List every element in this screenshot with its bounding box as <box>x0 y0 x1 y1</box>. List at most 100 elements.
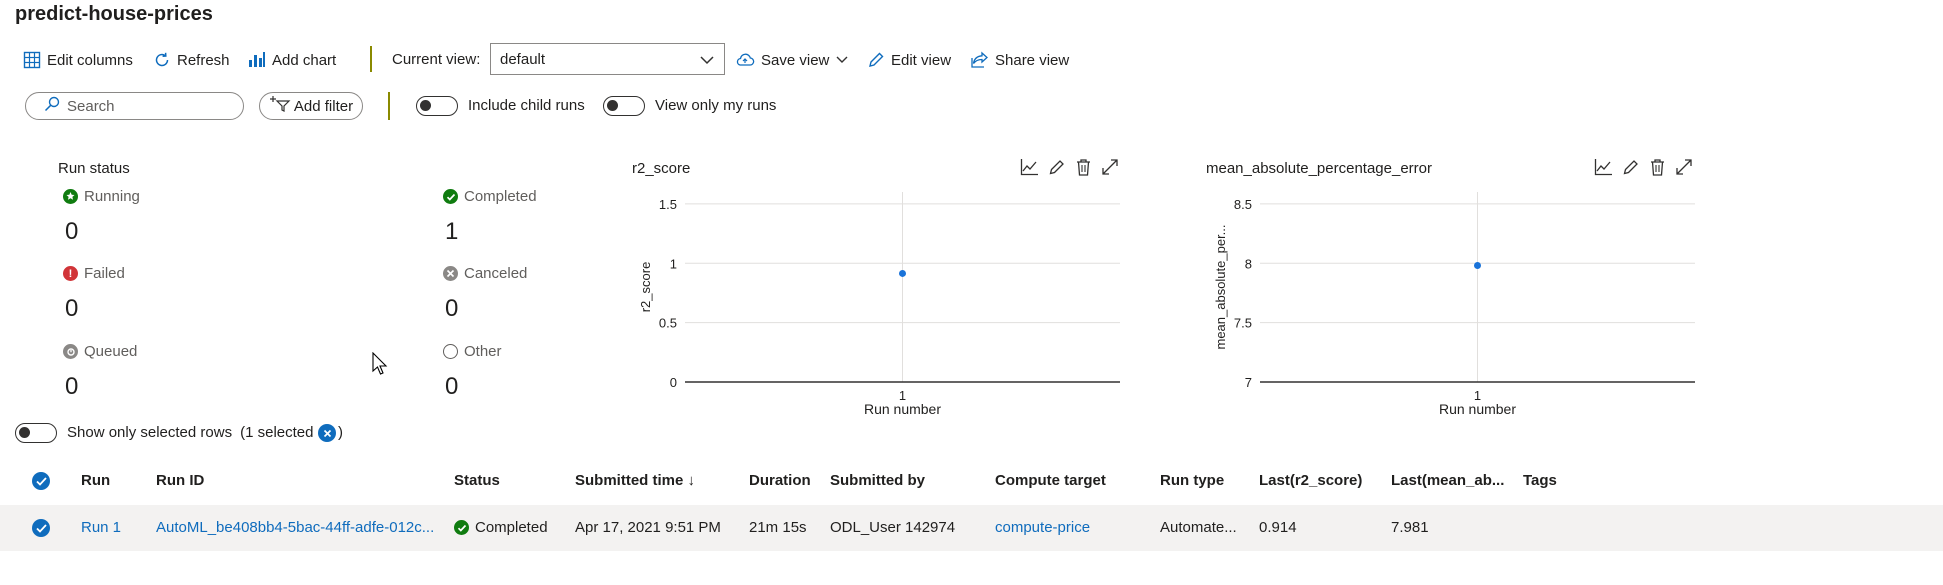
page-title: predict-house-prices <box>15 3 213 25</box>
y-tick-label: 7.5 <box>1234 316 1252 331</box>
running-icon <box>63 189 78 204</box>
edit-chart-icon[interactable] <box>1622 158 1640 180</box>
share-view-label: Share view <box>995 51 1070 69</box>
chart-title-mape: mean_absolute_percentage_error <box>1206 160 1432 177</box>
show-selected-rows-toggle[interactable] <box>15 423 57 443</box>
header-compute-target[interactable]: Compute target <box>995 472 1106 489</box>
failed-count: 0 <box>65 295 79 322</box>
refresh-icon <box>153 51 171 69</box>
data-point <box>1474 262 1481 270</box>
status-other: Other <box>443 343 502 360</box>
pencil-icon <box>867 51 885 69</box>
mouse-cursor-icon <box>372 351 388 380</box>
save-view-chevron-icon <box>835 54 849 66</box>
expand-chart-icon[interactable] <box>1101 158 1119 180</box>
select-all-checkbox[interactable] <box>32 472 50 490</box>
header-run-id[interactable]: Run ID <box>156 472 204 489</box>
current-view-label: Current view: <box>392 51 481 68</box>
run-status-title: Run status <box>58 160 130 177</box>
refresh-label: Refresh <box>177 51 230 69</box>
chart-title-r2-score: r2_score <box>632 160 691 177</box>
add-chart-label: Add chart <box>272 51 337 69</box>
filter-divider <box>388 92 390 120</box>
header-duration[interactable]: Duration <box>749 472 811 489</box>
row-run-type: Automate... <box>1160 519 1237 536</box>
edit-columns-button[interactable]: Edit columns <box>23 49 133 71</box>
running-count: 0 <box>65 218 79 245</box>
add-chart-button[interactable]: Add chart <box>248 49 336 71</box>
line-chart-icon[interactable] <box>1594 158 1613 180</box>
save-view-label: Save view <box>761 51 830 69</box>
delete-chart-icon[interactable] <box>1649 158 1666 180</box>
share-icon <box>970 51 989 69</box>
view-only-my-runs-toggle[interactable] <box>603 96 645 116</box>
selected-rows-info: Show only selected rows (1 selected <box>67 424 313 441</box>
header-run-type[interactable]: Run type <box>1160 472 1224 489</box>
line-chart-icon[interactable] <box>1020 158 1039 180</box>
cloud-save-icon <box>735 51 755 69</box>
status-failed: ! Failed <box>63 265 125 282</box>
y-tick-label: 8 <box>1245 256 1252 271</box>
row-submitted-time: Apr 17, 2021 9:51 PM <box>575 519 721 536</box>
header-submitted-time[interactable]: Submitted time ↓ <box>575 472 695 489</box>
add-filter-button[interactable]: Add filter <box>259 92 363 120</box>
chart-toolbar-mape <box>1594 158 1693 180</box>
selected-count-close: ) <box>338 424 343 441</box>
run-link[interactable]: Run 1 <box>81 519 121 536</box>
edit-columns-label: Edit columns <box>47 51 133 69</box>
status-queued: Queued <box>63 343 137 360</box>
y-axis-label: mean_absolute_per... <box>1213 224 1228 349</box>
queued-icon <box>63 344 78 359</box>
mape-chart: 77.588.51Run numbermean_absolute_per... <box>1213 192 1695 417</box>
refresh-button[interactable]: Refresh <box>153 49 230 71</box>
header-submitted-by[interactable]: Submitted by <box>830 472 925 489</box>
add-filter-label: Add filter <box>293 97 354 115</box>
current-view-value: default <box>500 50 546 68</box>
y-tick-label: 1 <box>670 256 677 271</box>
canceled-count: 0 <box>445 295 459 322</box>
include-child-runs-toggle[interactable] <box>416 96 458 116</box>
completed-count: 1 <box>445 218 459 245</box>
status-canceled: Canceled <box>443 265 527 282</box>
header-status[interactable]: Status <box>454 472 500 489</box>
cancel-icon <box>443 266 458 281</box>
header-run[interactable]: Run <box>81 472 110 489</box>
toolbar-divider <box>370 46 372 72</box>
row-submitted-by: ODL_User 142974 <box>830 519 956 536</box>
header-last-r2[interactable]: Last(r2_score) <box>1259 472 1362 489</box>
row-status-label: Completed <box>475 519 548 536</box>
data-point <box>899 269 906 277</box>
compute-target-link[interactable]: compute-price <box>995 519 1090 536</box>
y-tick-label: 1.5 <box>659 197 677 212</box>
r2-score-chart: 00.511.51Run numberr2_score <box>638 192 1120 417</box>
edit-view-button[interactable]: Edit view <box>867 49 951 71</box>
current-view-select[interactable]: default <box>490 43 725 75</box>
clear-selection-icon[interactable] <box>318 424 336 442</box>
view-only-my-runs-label: View only my runs <box>655 97 777 114</box>
row-select-checkbox[interactable] <box>32 519 50 537</box>
completed-status-icon <box>454 520 469 535</box>
y-tick-label: 7 <box>1245 375 1252 390</box>
edit-chart-icon[interactable] <box>1048 158 1066 180</box>
run-id-link[interactable]: AutoML_be408bb4-5bac-44ff-adfe-012c... <box>156 519 434 536</box>
header-last-mape[interactable]: Last(mean_ab... <box>1391 472 1504 489</box>
add-filter-icon <box>269 95 291 117</box>
share-view-button[interactable]: Share view <box>970 49 1069 71</box>
chevron-down-icon <box>700 53 714 70</box>
row-last-mape: 7.981 <box>1391 519 1429 536</box>
save-view-button[interactable]: Save view <box>735 49 849 71</box>
other-count: 0 <box>445 373 459 400</box>
search-input[interactable]: Search <box>25 92 244 120</box>
bar-chart-icon <box>248 51 266 69</box>
delete-chart-icon[interactable] <box>1075 158 1092 180</box>
search-placeholder: Search <box>67 97 115 115</box>
show-selected-rows-label: Show only selected rows <box>67 424 233 441</box>
header-tags[interactable]: Tags <box>1523 472 1557 489</box>
expand-chart-icon[interactable] <box>1675 158 1693 180</box>
status-running: Running <box>63 188 140 205</box>
y-tick-label: 0 <box>670 375 677 390</box>
edit-view-label: Edit view <box>891 51 952 69</box>
selected-count: (1 selected <box>240 424 314 441</box>
y-axis-label: r2_score <box>638 262 653 313</box>
include-child-runs-label: Include child runs <box>468 97 585 114</box>
